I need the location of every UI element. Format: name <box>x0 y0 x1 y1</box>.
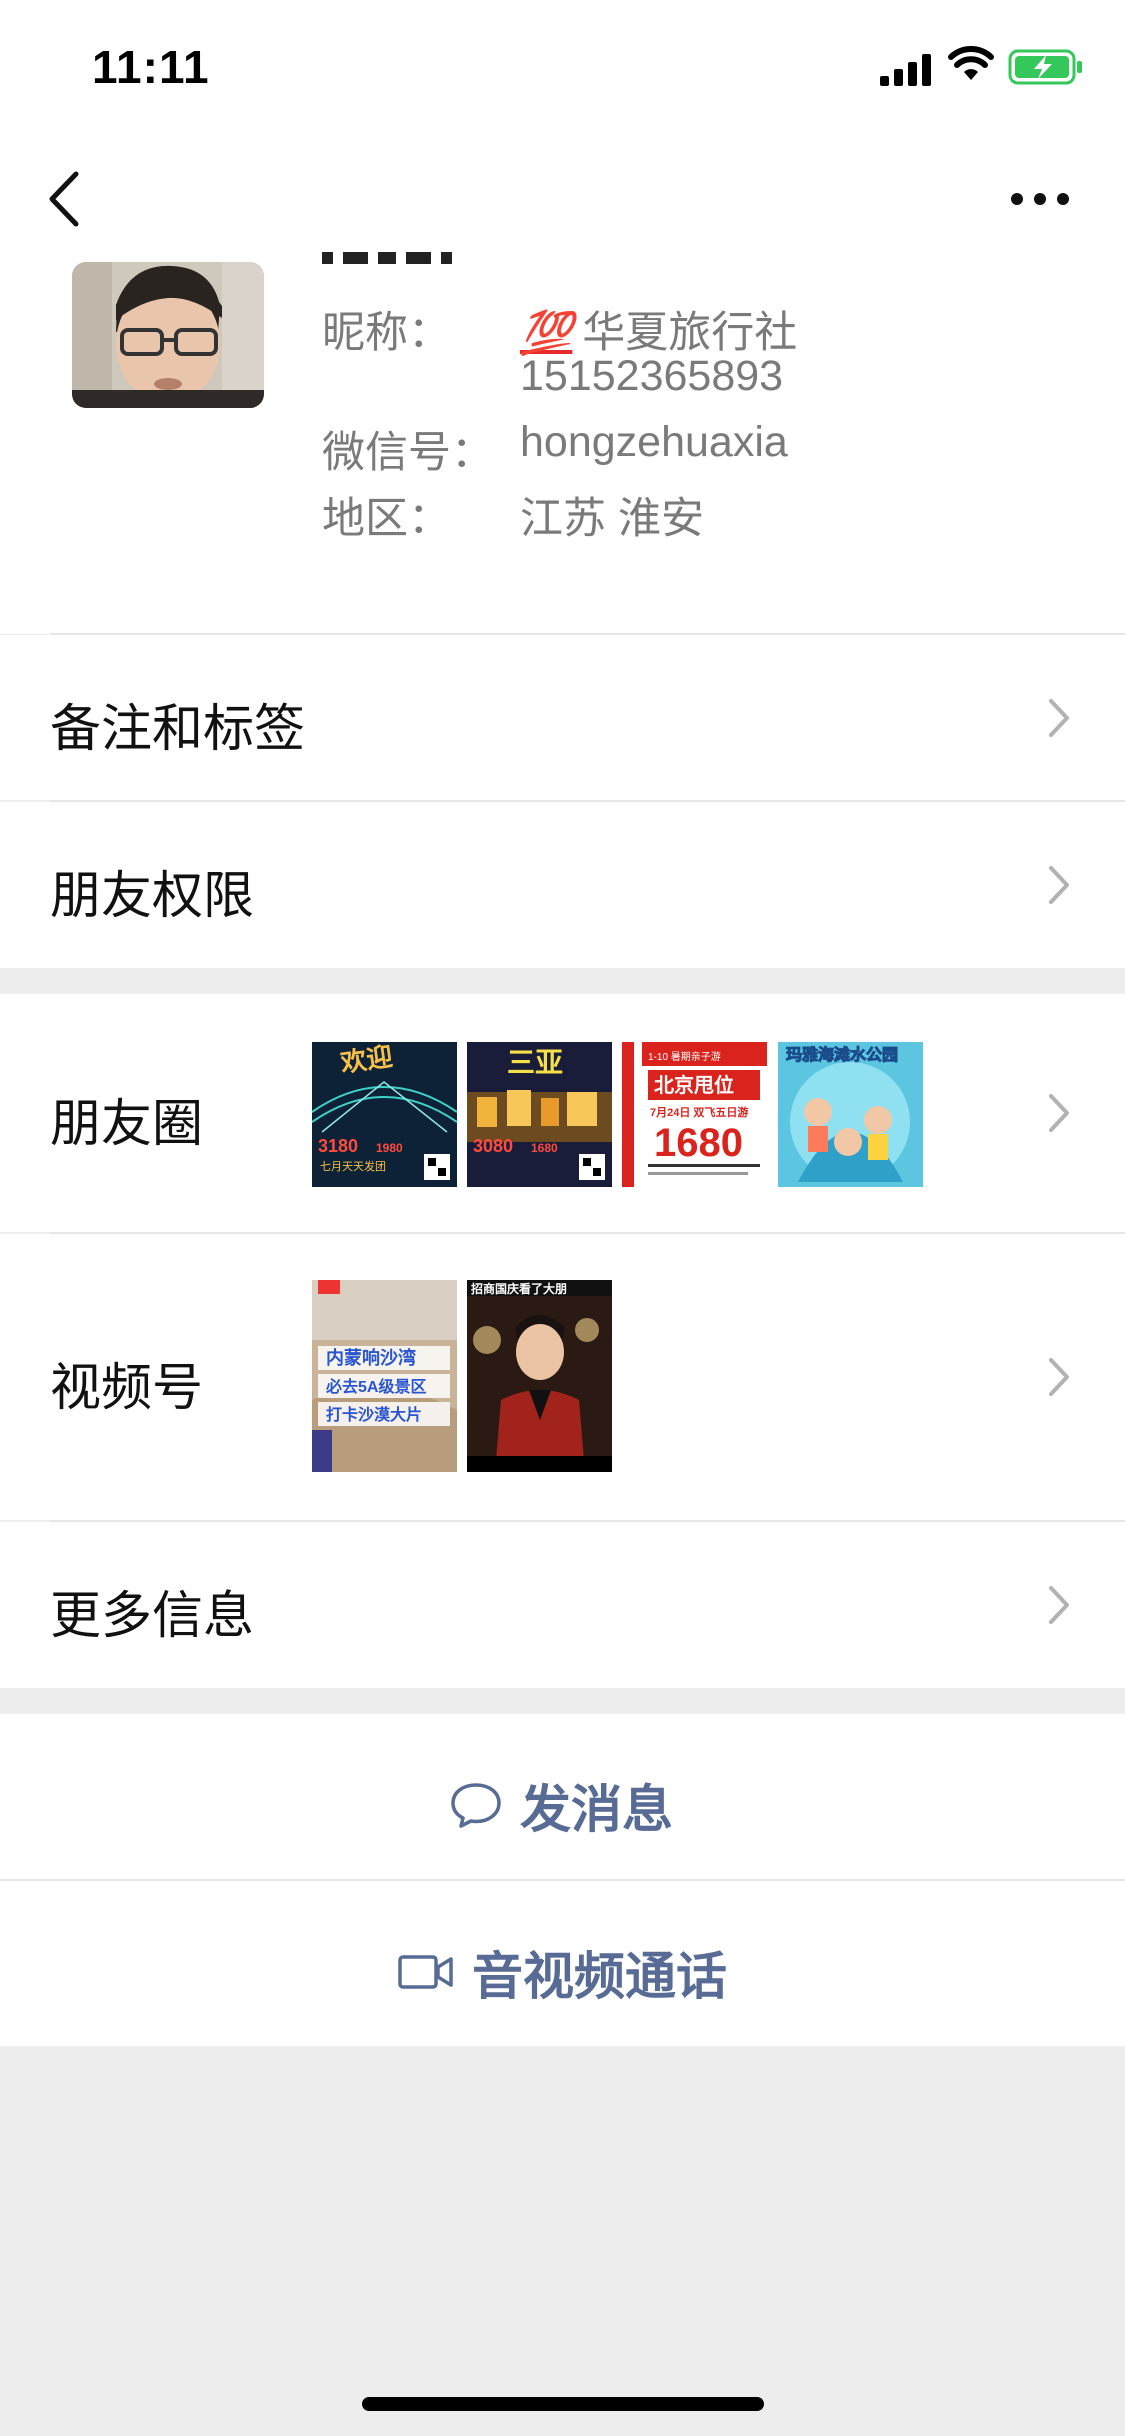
nickname-value: 💯 华夏旅行社 <box>520 309 798 357</box>
region-value: 江苏 淮安 <box>520 495 704 543</box>
chat-bubble-icon <box>451 1783 501 1828</box>
svg-text:玛雅海滩水公园: 玛雅海滩水公园 <box>786 1045 898 1064</box>
moments-thumb[interactable]: 1-10 暑期亲子游 北京甩位 7月24日 双飞五日游 1680 <box>622 1042 767 1187</box>
cellular-signal-icon <box>880 54 931 86</box>
channels-label: 视频号 <box>50 1359 204 1416</box>
wifi-icon <box>948 46 994 80</box>
chevron-right-icon <box>1049 1094 1069 1132</box>
wechat-id-label: 微信号： <box>322 429 494 477</box>
svg-text:3180: 3180 <box>318 1136 358 1156</box>
remarks-tags-label: 备注和标签 <box>50 700 306 757</box>
friend-permissions-row[interactable]: 朋友权限 <box>0 802 1125 968</box>
wechat-id-value: hongzehuaxia <box>520 418 788 466</box>
moments-thumb[interactable]: 玛雅海滩水公园 <box>778 1042 923 1187</box>
svg-text:必去5A级景区: 必去5A级景区 <box>325 1377 426 1396</box>
nickname-label: 昵称： <box>322 309 451 357</box>
moments-thumb[interactable]: 欢迎 3180 1980 七月天天发团 <box>312 1042 457 1187</box>
svg-text:七月天天发团: 七月天天发团 <box>320 1159 386 1173</box>
svg-text:1680: 1680 <box>654 1121 743 1165</box>
send-message-label: 发消息 <box>520 1781 674 1838</box>
chevron-right-icon <box>1049 699 1069 737</box>
nickname-line2: 15152365893 <box>520 352 784 400</box>
more-info-row[interactable]: 更多信息 <box>0 1522 1125 1688</box>
svg-text:北京甩位: 北京甩位 <box>654 1073 734 1097</box>
chevron-right-icon <box>1049 1586 1069 1624</box>
svg-text:1980: 1980 <box>376 1141 403 1155</box>
home-indicator <box>362 2397 764 2411</box>
svg-text:三亚: 三亚 <box>507 1047 563 1078</box>
display-name-fragment <box>322 252 452 264</box>
moments-label: 朋友圈 <box>50 1095 204 1152</box>
chevron-right-icon <box>1049 1358 1069 1396</box>
send-message-button[interactable]: 发消息 <box>0 1714 1125 1879</box>
av-call-button[interactable]: 音视频通话 <box>0 1881 1125 2046</box>
friend-permissions-label: 朋友权限 <box>50 867 255 924</box>
moments-row[interactable]: 朋友圈 欢迎 3180 1980 七月天天发团 三亚 3080 1680 1-1… <box>0 994 1125 1232</box>
svg-text:1680: 1680 <box>531 1141 558 1155</box>
svg-text:3080: 3080 <box>473 1136 513 1156</box>
channels-row[interactable]: 视频号 内蒙响沙湾 必去5A级景区 打卡沙漠大片 招商国庆看了大朋 <box>0 1234 1125 1520</box>
region-label: 地区： <box>322 495 451 543</box>
nav-bar <box>0 132 1125 262</box>
svg-text:招商国庆看了大朋: 招商国庆看了大朋 <box>471 1281 567 1296</box>
video-camera-icon <box>398 1955 453 1989</box>
remarks-tags-row[interactable]: 备注和标签 <box>0 635 1125 800</box>
svg-text:1-10 暑期亲子游: 1-10 暑期亲子游 <box>648 1050 721 1063</box>
more-info-label: 更多信息 <box>50 1587 255 1644</box>
svg-text:打卡沙漠大片: 打卡沙漠大片 <box>326 1405 422 1424</box>
status-time: 11:11 <box>92 41 210 93</box>
avatar[interactable] <box>72 262 264 408</box>
chevron-right-icon <box>1049 866 1069 904</box>
moments-thumb[interactable]: 三亚 3080 1680 <box>467 1042 612 1187</box>
channels-thumb[interactable]: 招商国庆看了大朋 <box>467 1280 612 1472</box>
svg-text:内蒙响沙湾: 内蒙响沙湾 <box>326 1347 416 1368</box>
av-call-label: 音视频通话 <box>472 1948 728 2005</box>
more-ellipsis-icon[interactable] <box>1010 192 1070 206</box>
channels-thumb[interactable]: 内蒙响沙湾 必去5A级景区 打卡沙漠大片 <box>312 1280 457 1472</box>
battery-charging-icon <box>1008 49 1082 85</box>
svg-text:7月24日 双飞五日游: 7月24日 双飞五日游 <box>650 1105 748 1119</box>
hundred-points-emoji: 💯 <box>520 309 573 356</box>
back-chevron-icon[interactable] <box>44 168 84 230</box>
